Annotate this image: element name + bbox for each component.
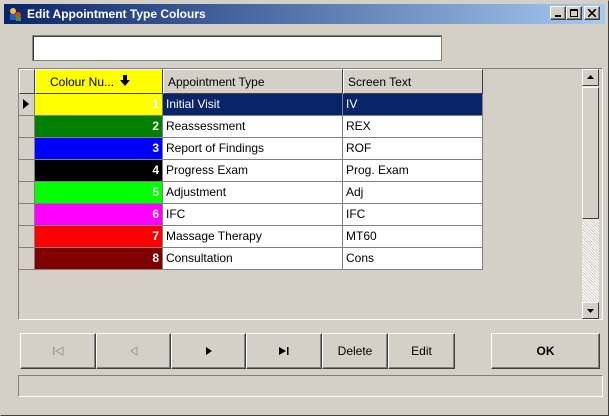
screen-text-cell[interactable]: IFC — [343, 204, 483, 226]
vertical-scrollbar[interactable] — [582, 69, 599, 319]
scroll-thumb[interactable] — [582, 87, 599, 219]
colour-number-cell[interactable]: 7 — [35, 226, 163, 248]
colour-number-cell[interactable]: 4 — [35, 160, 163, 182]
screen-text-cell[interactable]: MT60 — [343, 226, 483, 248]
delete-button-label: Delete — [337, 344, 373, 358]
appointment-type-cell[interactable]: Massage Therapy — [163, 226, 343, 248]
first-record-button[interactable] — [20, 333, 96, 369]
previous-record-button[interactable] — [96, 333, 171, 369]
maximize-button[interactable] — [566, 6, 582, 20]
delete-button[interactable]: Delete — [322, 333, 388, 369]
screen-text-cell[interactable]: REX — [343, 116, 483, 138]
last-record-button[interactable] — [246, 333, 322, 369]
window-title: Edit Appointment Type Colours — [27, 7, 206, 21]
minimize-icon — [555, 15, 561, 17]
screen-text-cell[interactable]: Prog. Exam — [343, 160, 483, 182]
column-header-screen-text[interactable]: Screen Text — [343, 69, 483, 94]
edit-button[interactable]: Edit — [388, 333, 455, 369]
column-header-label: Appointment Type — [168, 75, 265, 89]
row-indicator[interactable] — [19, 138, 35, 160]
close-button[interactable] — [584, 6, 600, 20]
close-icon — [588, 9, 596, 17]
edit-appointment-type-colours-window: Edit Appointment Type Colours Colour Nu.… — [0, 0, 609, 416]
appointment-type-cell[interactable]: Consultation — [163, 248, 343, 270]
skip-last-icon — [279, 347, 289, 355]
colour-number-cell[interactable]: 2 — [35, 116, 163, 138]
row-indicator[interactable] — [19, 204, 35, 226]
colour-number-cell[interactable]: 3 — [35, 138, 163, 160]
scroll-track[interactable] — [582, 219, 599, 302]
screen-text-cell[interactable]: ROF — [343, 138, 483, 160]
header-indicator-cell — [19, 69, 35, 94]
row-indicator[interactable] — [19, 248, 35, 270]
column-header-label: Colour Nu... — [50, 75, 115, 89]
ok-button-label: OK — [536, 344, 555, 358]
colour-number-cell[interactable]: 8 — [35, 248, 163, 270]
scroll-up-icon — [587, 75, 594, 79]
column-header-appointment-type[interactable]: Appointment Type — [163, 69, 343, 94]
minimize-button[interactable] — [550, 6, 566, 20]
screen-text-cell[interactable]: Adj — [343, 182, 483, 204]
row-indicator[interactable] — [19, 182, 35, 204]
ok-button[interactable]: OK — [491, 333, 600, 369]
scroll-down-button[interactable] — [582, 302, 599, 319]
colour-number-cell[interactable]: 1 — [35, 94, 163, 116]
app-icon — [10, 8, 21, 21]
appointment-type-cell[interactable]: Initial Visit — [163, 94, 343, 116]
column-header-colour-number[interactable]: Colour Nu... — [35, 69, 163, 94]
appointment-type-cell[interactable]: Reassessment — [163, 116, 343, 138]
maximize-icon — [570, 9, 578, 17]
next-record-button[interactable] — [171, 333, 246, 369]
column-header-label: Screen Text — [348, 75, 412, 89]
next-icon — [205, 347, 212, 355]
row-indicator[interactable] — [19, 94, 35, 116]
appointment-type-cell[interactable]: Report of Findings — [163, 138, 343, 160]
row-indicator[interactable] — [19, 226, 35, 248]
screen-text-cell[interactable]: Cons — [343, 248, 483, 270]
title-bar[interactable]: Edit Appointment Type Colours — [4, 4, 605, 24]
appointment-type-grid: Colour Nu... Appointment Type Screen Tex… — [18, 68, 603, 320]
previous-icon — [129, 346, 137, 356]
appointment-type-cell[interactable]: IFC — [163, 204, 343, 226]
colour-number-cell[interactable]: 6 — [35, 204, 163, 226]
search-input[interactable] — [32, 35, 442, 61]
status-bar — [18, 375, 603, 397]
screen-text-cell[interactable]: IV — [343, 94, 483, 116]
appointment-type-cell[interactable]: Adjustment — [163, 182, 343, 204]
skip-first-icon — [53, 346, 64, 356]
colour-number-cell[interactable]: 5 — [35, 182, 163, 204]
current-row-pointer-icon — [23, 99, 29, 109]
row-indicator[interactable] — [19, 116, 35, 138]
scroll-down-icon — [587, 309, 594, 313]
edit-button-label: Edit — [411, 344, 432, 358]
scroll-up-button[interactable] — [582, 69, 599, 86]
appointment-type-cell[interactable]: Progress Exam — [163, 160, 343, 182]
sort-descending-icon — [120, 75, 131, 86]
row-indicator[interactable] — [19, 160, 35, 182]
